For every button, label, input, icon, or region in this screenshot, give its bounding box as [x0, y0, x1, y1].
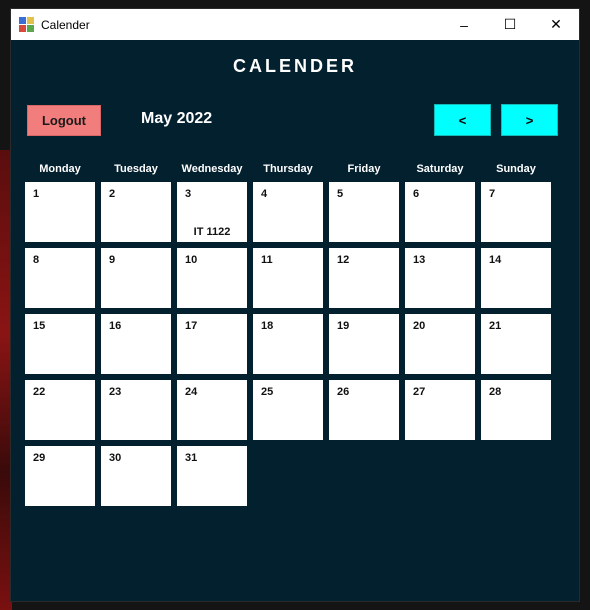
- day-number: 16: [109, 320, 122, 332]
- day-number: 23: [109, 386, 122, 398]
- day-cell[interactable]: 8: [25, 248, 95, 308]
- day-cell[interactable]: 2: [101, 182, 171, 242]
- close-icon: ✕: [550, 16, 562, 32]
- day-cell[interactable]: 1: [25, 182, 95, 242]
- minimize-icon: –: [460, 16, 468, 33]
- day-number: 9: [109, 254, 116, 266]
- day-number: 27: [413, 386, 426, 398]
- day-number: 8: [33, 254, 40, 266]
- day-cell[interactable]: 10: [177, 248, 247, 308]
- page-heading: CALENDER: [232, 56, 357, 76]
- day-number: 11: [261, 254, 273, 266]
- day-number: 31: [185, 452, 198, 464]
- weekday-wednesday: Wednesday: [181, 163, 243, 175]
- month-label: May 2022: [141, 110, 213, 127]
- day-number: 30: [109, 452, 122, 464]
- day-cell[interactable]: 24: [177, 380, 247, 440]
- calendar-window: Calender – ☐ ✕ CALENDER Logout May 2022 …: [11, 9, 579, 601]
- day-cell[interactable]: 30: [101, 446, 171, 506]
- weekday-tuesday: Tuesday: [114, 163, 158, 175]
- weekday-thursday: Thursday: [263, 163, 313, 175]
- weekday-friday: Friday: [347, 163, 381, 175]
- weekday-header: Monday Tuesday Wednesday Thursday Friday…: [25, 163, 557, 179]
- day-number: 7: [489, 188, 496, 200]
- day-cell[interactable]: 6: [405, 182, 475, 242]
- day-cell[interactable]: 22: [25, 380, 95, 440]
- maximize-button[interactable]: ☐: [487, 9, 533, 40]
- day-number: 17: [185, 320, 198, 332]
- day-number: 19: [337, 320, 350, 332]
- day-cell[interactable]: 18: [253, 314, 323, 374]
- day-cell[interactable]: 17: [177, 314, 247, 374]
- weekday-saturday: Saturday: [416, 163, 464, 175]
- day-number: 4: [261, 188, 268, 200]
- day-cell[interactable]: 4: [253, 182, 323, 242]
- day-number: 28: [489, 386, 502, 398]
- day-number: 10: [185, 254, 198, 266]
- logout-button[interactable]: Logout: [27, 105, 101, 136]
- day-event: IT 1122: [193, 226, 231, 238]
- day-number: 29: [33, 452, 46, 464]
- day-cell[interactable]: 23: [101, 380, 171, 440]
- day-number: 1: [33, 188, 40, 200]
- day-cell[interactable]: 14: [481, 248, 551, 308]
- window-controls: – ☐ ✕: [441, 9, 579, 40]
- day-number: 14: [489, 254, 502, 266]
- day-number: 5: [337, 188, 344, 200]
- day-cell[interactable]: 7: [481, 182, 551, 242]
- title-bar[interactable]: Calender – ☐ ✕: [11, 9, 579, 40]
- day-number: 24: [185, 386, 198, 398]
- day-cell[interactable]: 31: [177, 446, 247, 506]
- day-cell[interactable]: 21: [481, 314, 551, 374]
- day-cell[interactable]: 12: [329, 248, 399, 308]
- day-cell[interactable]: 3 IT 1122: [177, 182, 247, 242]
- previous-month-button[interactable]: <: [434, 104, 491, 136]
- day-cell[interactable]: 19: [329, 314, 399, 374]
- day-cell[interactable]: 29: [25, 446, 95, 506]
- day-cell[interactable]: 15: [25, 314, 95, 374]
- day-cell[interactable]: 13: [405, 248, 475, 308]
- day-number: 13: [413, 254, 426, 266]
- weekday-monday: Monday: [39, 163, 81, 175]
- day-cell[interactable]: 11: [253, 248, 323, 308]
- day-number: 12: [337, 254, 350, 266]
- day-cell[interactable]: 25: [253, 380, 323, 440]
- day-number: 2: [109, 188, 116, 200]
- day-number: 15: [33, 320, 46, 332]
- day-number: 22: [33, 386, 46, 398]
- day-cell[interactable]: 9: [101, 248, 171, 308]
- day-number: 3: [185, 188, 192, 200]
- calendar-grid: 1 2 3 IT 1122 4 5 6 7 8 9 10 11 12 13 14 15 16 17 18 19 20 21…: [25, 182, 557, 512]
- app-icon: [19, 16, 35, 33]
- weekday-sunday: Sunday: [496, 163, 536, 175]
- day-number: 21: [489, 320, 502, 332]
- day-number: 20: [413, 320, 426, 332]
- maximize-icon: ☐: [503, 16, 517, 32]
- day-number: 18: [261, 320, 274, 332]
- day-cell[interactable]: 20: [405, 314, 475, 374]
- day-number: 26: [337, 386, 350, 398]
- day-number: 25: [261, 386, 274, 398]
- window-title: Calender: [41, 17, 90, 32]
- close-button[interactable]: ✕: [533, 9, 579, 40]
- day-number: 6: [413, 188, 420, 200]
- day-cell[interactable]: 26: [329, 380, 399, 440]
- day-cell[interactable]: 5: [329, 182, 399, 242]
- next-month-button[interactable]: >: [501, 104, 558, 136]
- day-cell[interactable]: 28: [481, 380, 551, 440]
- minimize-button[interactable]: –: [441, 9, 487, 40]
- day-cell[interactable]: 27: [405, 380, 475, 440]
- day-cell[interactable]: 16: [101, 314, 171, 374]
